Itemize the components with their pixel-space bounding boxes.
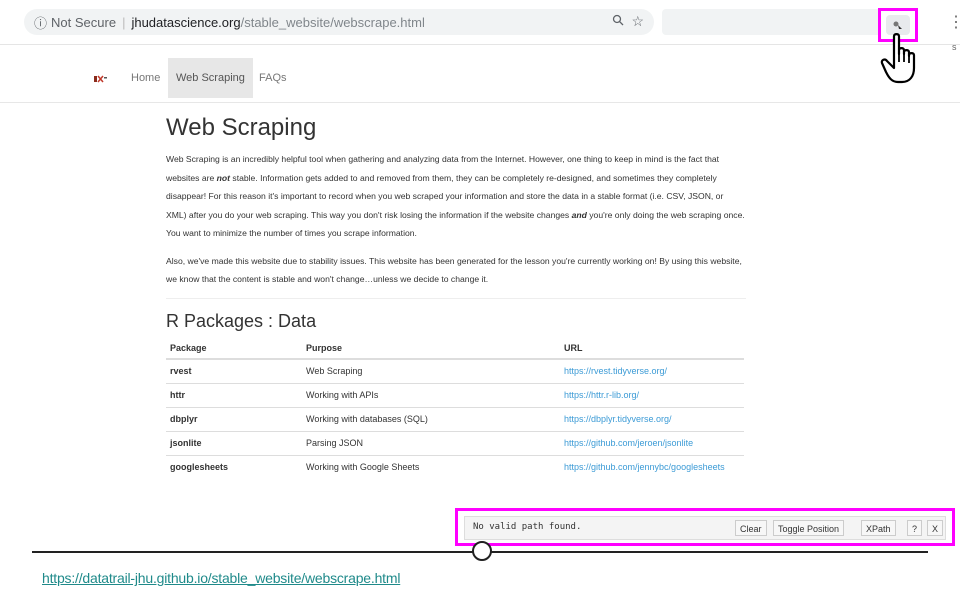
url-host: jhudatascience.org (131, 14, 241, 30)
url-cell: https://github.com/jennybc/googlesheets (560, 454, 744, 479)
toggle-position-button[interactable]: Toggle Position (773, 520, 845, 536)
table-row: rvest Web Scraping https://rvest.tidyver… (166, 358, 744, 383)
url-cell: https://rvest.tidyverse.org/ (560, 358, 744, 383)
purpose-cell: Working with APIs (302, 382, 560, 407)
video-progress-bar[interactable] (32, 541, 928, 561)
progress-knob[interactable] (472, 541, 492, 561)
purpose-cell: Web Scraping (302, 358, 560, 383)
address-bar[interactable]: ⓘ Not Secure | jhudatascience.org/stable… (24, 9, 654, 35)
purpose-cell: Working with databases (SQL) (302, 406, 560, 431)
main-content: Web Scraping Web Scraping is an incredib… (166, 110, 746, 479)
url-path: /stable_website/webscrape.html (240, 14, 425, 30)
divider (166, 297, 746, 299)
url-cell: https://httr.r-lib.org/ (560, 382, 744, 407)
package-cell: jsonlite (166, 430, 302, 455)
zoom-icon[interactable] (612, 14, 624, 29)
side-letter: s (952, 42, 957, 52)
package-link[interactable]: https://github.com/jennybc/googlesheets (564, 462, 725, 472)
package-link[interactable]: https://dbplyr.tidyverse.org/ (564, 414, 672, 424)
table-row: dbplyr Working with databases (SQL) http… (166, 406, 744, 431)
footer-url-link[interactable]: https://datatrail-jhu.github.io/stable_w… (42, 570, 400, 586)
xpath-button[interactable]: XPath (861, 520, 896, 536)
nav-item-faqs[interactable]: FAQs (259, 72, 287, 84)
header-package: Package (166, 337, 302, 360)
package-cell: dbplyr (166, 406, 302, 431)
header-url: URL (560, 337, 744, 360)
nav-item-home[interactable]: Home (131, 72, 160, 84)
purpose-cell: Working with Google Sheets (302, 454, 560, 479)
clear-button[interactable]: Clear (735, 520, 767, 536)
stability-paragraph: Also, we've made this website due to sta… (166, 255, 742, 285)
package-cell: rvest (166, 358, 302, 383)
table-row: httr Working with APIs https://httr.r-li… (166, 382, 744, 407)
divider: | (122, 14, 126, 30)
browser-toolbar: ⓘ Not Secure | jhudatascience.org/stable… (0, 0, 960, 45)
xpath-result-message: No valid path found. (473, 522, 582, 532)
section-title: R Packages : Data (166, 310, 317, 331)
xpath-helper-bar: No valid path found. Clear Toggle Positi… (455, 508, 955, 546)
table-row: jsonlite Parsing JSON https://github.com… (166, 430, 744, 455)
package-link[interactable]: https://github.com/jeroen/jsonlite (564, 438, 693, 448)
package-cell: googlesheets (166, 454, 302, 479)
star-icon[interactable]: ☆ (631, 13, 644, 30)
header-purpose: Purpose (302, 337, 560, 360)
package-cell: httr (166, 382, 302, 407)
security-label: Not Secure (51, 14, 117, 30)
site-navbar: Home Web Scraping FAQs (0, 58, 960, 103)
close-button[interactable]: X (927, 520, 944, 536)
site-logo[interactable] (94, 74, 108, 84)
nav-item-web-scraping[interactable]: Web Scraping (168, 58, 253, 98)
extensions-area (662, 9, 912, 35)
url-cell: https://github.com/jeroen/jsonlite (560, 430, 744, 455)
package-link[interactable]: https://rvest.tidyverse.org/ (564, 366, 667, 376)
info-icon[interactable]: ⓘ (34, 13, 47, 32)
url-cell: https://dbplyr.tidyverse.org/ (560, 406, 744, 431)
xpath-helper-panel: No valid path found. Clear Toggle Positi… (464, 516, 946, 540)
purpose-cell: Parsing JSON (302, 430, 560, 455)
kebab-menu-icon[interactable]: ⋮ (948, 12, 960, 32)
help-button[interactable]: ? (907, 520, 923, 536)
intro-paragraph: Web Scraping is an incredibly helpful to… (166, 154, 745, 238)
packages-table: Package Purpose URL rvest Web Scraping h… (166, 337, 744, 479)
table-row: googlesheets Working with Google Sheets … (166, 454, 744, 479)
table-header-row: Package Purpose URL (166, 337, 744, 360)
page-title: Web Scraping (166, 114, 317, 141)
package-link[interactable]: https://httr.r-lib.org/ (564, 390, 639, 400)
